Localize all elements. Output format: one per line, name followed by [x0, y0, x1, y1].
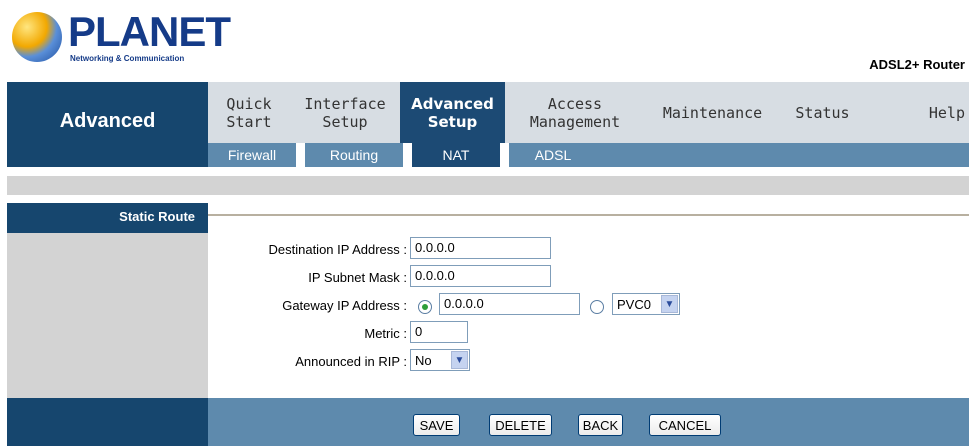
gateway-ip-radio[interactable]	[418, 300, 432, 314]
menu-access-management-label: Access Management	[529, 94, 621, 131]
rip-label: Announced in RIP :	[295, 354, 407, 369]
submenu-firewall-label: Firewall	[227, 147, 277, 163]
submenu-routing-label: Routing	[329, 147, 379, 163]
section-label: Static Route	[119, 209, 195, 224]
rip-select[interactable]: No ▼	[410, 349, 470, 371]
gateway-ip-label: Gateway IP Address :	[282, 298, 407, 313]
menu-maintenance[interactable]: Maintenance	[645, 82, 780, 143]
subnet-mask-label: IP Subnet Mask :	[308, 270, 407, 285]
delete-button[interactable]: DELETE	[489, 414, 552, 436]
gateway-pvc-select[interactable]: PVC0 ▼	[612, 293, 680, 315]
menu-help[interactable]: Help	[895, 82, 965, 143]
metric-label: Metric :	[364, 326, 407, 341]
gateway-pvc-radio[interactable]	[590, 300, 604, 314]
product-name: ADSL2+ Router	[869, 57, 965, 72]
chevron-down-icon[interactable]: ▼	[451, 351, 468, 369]
destination-ip-label: Destination IP Address :	[268, 242, 407, 257]
back-button[interactable]: BACK	[578, 414, 623, 436]
delete-button-label: DELETE	[495, 417, 546, 433]
menu-interface-setup-label: Interface Setup	[304, 94, 386, 131]
cancel-button-label: CANCEL	[658, 417, 712, 433]
footer-left	[7, 398, 208, 446]
destination-ip-input[interactable]: 0.0.0.0	[410, 237, 551, 259]
radio-selected-dot	[422, 304, 428, 310]
menu-advanced-setup[interactable]: Advanced Setup	[400, 82, 505, 143]
submenu-separator	[403, 143, 412, 167]
back-button-label: BACK	[582, 417, 619, 433]
save-button[interactable]: SAVE	[413, 414, 460, 436]
menu-status[interactable]: Status	[780, 82, 865, 143]
save-button-label: SAVE	[419, 417, 454, 433]
submenu-nat[interactable]: NAT	[412, 143, 500, 167]
logo-subtitle: Networking & Communication	[70, 54, 185, 63]
section-divider	[208, 214, 969, 216]
menu-advanced-setup-label: Advanced Setup	[411, 94, 494, 131]
spacer-strip	[7, 176, 969, 195]
submenu-separator	[296, 143, 305, 167]
logo-text: PLANET	[68, 8, 231, 55]
metric-input[interactable]: 0	[410, 321, 468, 343]
cancel-button[interactable]: CANCEL	[649, 414, 721, 436]
subnet-mask-input[interactable]: 0.0.0.0	[410, 265, 551, 287]
planet-logo: PLANET Networking & Communication	[12, 10, 231, 66]
menu-help-label: Help	[928, 103, 965, 122]
chevron-down-icon[interactable]: ▼	[661, 295, 678, 313]
submenu-firewall[interactable]: Firewall	[208, 143, 296, 167]
gateway-ip-input[interactable]: 0.0.0.0	[439, 293, 580, 315]
rip-value: No	[415, 353, 432, 368]
submenu-nat-label: NAT	[442, 147, 470, 163]
submenu-adsl-label: ADSL	[534, 147, 572, 163]
left-column	[7, 233, 208, 398]
menu-status-label: Status	[795, 103, 850, 122]
submenu-separator	[500, 143, 509, 167]
menu-quick-start[interactable]: Quick Start	[208, 82, 290, 143]
subnet-mask-value: 0.0.0.0	[415, 268, 455, 283]
metric-value: 0	[415, 324, 423, 339]
section-title: Advanced	[59, 110, 156, 132]
submenu-adsl[interactable]: ADSL	[509, 143, 597, 167]
destination-ip-value: 0.0.0.0	[415, 240, 455, 255]
submenu-routing[interactable]: Routing	[305, 143, 403, 167]
planet-globe-icon	[12, 12, 62, 62]
menu-access-management[interactable]: Access Management	[505, 82, 645, 143]
menu-maintenance-label: Maintenance	[662, 103, 763, 122]
gateway-pvc-value: PVC0	[617, 297, 651, 312]
menu-quick-start-label: Quick Start	[226, 94, 272, 131]
menu-interface-setup[interactable]: Interface Setup	[290, 82, 400, 143]
gateway-ip-value: 0.0.0.0	[444, 296, 484, 311]
